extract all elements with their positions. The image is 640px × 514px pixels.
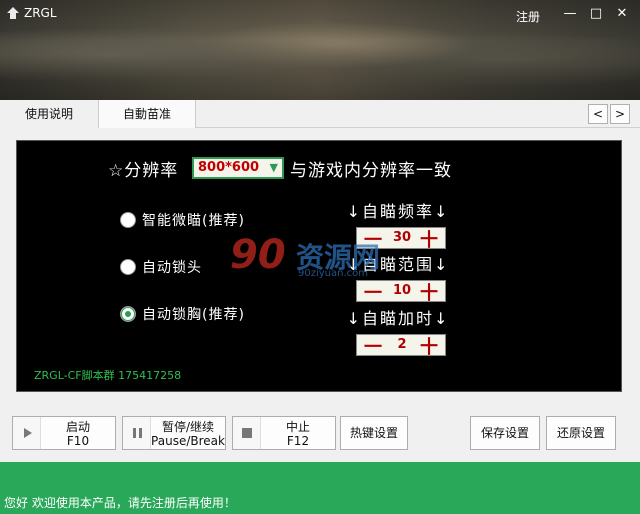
aim-range-decrease-button[interactable]: 一 bbox=[361, 279, 385, 305]
stop-button-label: 中止 bbox=[285, 420, 310, 434]
radio-label-auto-lock-chest: 自动锁胸(推荐) bbox=[142, 307, 245, 323]
save-settings-button[interactable]: 保存设置 bbox=[470, 416, 540, 450]
tab-scroll-right-button[interactable]: > bbox=[610, 104, 630, 124]
tab-usage-instructions[interactable]: 使用说明 bbox=[0, 100, 98, 128]
radio-label-smart-aim: 智能微瞄(推荐) bbox=[142, 213, 245, 229]
hotkey-settings-label: 热键设置 bbox=[349, 426, 398, 440]
save-settings-label: 保存设置 bbox=[480, 426, 529, 440]
resolution-label: ☆分辨率 bbox=[108, 161, 179, 181]
start-button-label: 启动 bbox=[65, 420, 90, 434]
aim-frequency-title: ↓自瞄频率↓ bbox=[346, 202, 450, 221]
pause-button-label: 暂停/继续 bbox=[161, 420, 215, 434]
resolution-hint: 与游戏内分辨率一致 bbox=[290, 161, 452, 181]
hotkey-settings-button[interactable]: 热键设置 bbox=[340, 416, 408, 450]
stop-button-hotkey: F12 bbox=[286, 434, 310, 448]
aim-extra-time-value: 2 bbox=[397, 337, 407, 352]
aim-frequency-increase-button[interactable]: 十 bbox=[417, 226, 441, 252]
aim-range-stepper: 一 10 十 bbox=[356, 279, 446, 305]
tab-bar: 使用说明 自動苗准 bbox=[0, 100, 640, 128]
stop-icon bbox=[233, 417, 261, 449]
watermark-number: 90 bbox=[230, 232, 286, 278]
start-button-hotkey: F10 bbox=[66, 434, 90, 448]
radio-auto-lock-head[interactable] bbox=[120, 259, 136, 275]
restore-settings-button[interactable]: 还原设置 bbox=[546, 416, 616, 450]
aim-frequency-value: 30 bbox=[392, 230, 412, 245]
pause-resume-button[interactable]: 暂停/继续 Pause/Break bbox=[122, 416, 226, 450]
close-button[interactable]: ✕ bbox=[610, 4, 634, 24]
play-icon bbox=[13, 417, 41, 449]
watermark-url: 90ziyuan.com bbox=[298, 268, 369, 279]
start-button[interactable]: 启动 F10 bbox=[12, 416, 116, 450]
aim-range-increase-button[interactable]: 十 bbox=[417, 279, 441, 305]
app-logo-icon bbox=[7, 7, 19, 19]
radio-label-auto-lock-head: 自动锁头 bbox=[142, 260, 202, 276]
watermark-logo: 90 资源网 90ziyuan.com bbox=[230, 232, 380, 282]
pause-icon bbox=[123, 417, 151, 449]
aim-range-value: 10 bbox=[392, 283, 412, 298]
aim-extra-time-title: ↓自瞄加时↓ bbox=[346, 309, 450, 328]
pause-button-hotkey: Pause/Break bbox=[151, 434, 225, 448]
dropdown-arrow-icon: ▼ bbox=[269, 161, 278, 174]
minimize-button[interactable]: — bbox=[558, 4, 582, 24]
aim-extra-time-decrease-button[interactable]: 一 bbox=[361, 333, 385, 359]
aim-extra-time-increase-button[interactable]: 十 bbox=[417, 333, 441, 359]
radio-smart-aim[interactable] bbox=[120, 212, 136, 228]
restore-settings-label: 还原设置 bbox=[556, 426, 605, 440]
register-link[interactable]: 注册 bbox=[516, 8, 540, 25]
maximize-button[interactable]: □ bbox=[584, 4, 608, 24]
script-group-info: ZRGL-CF脚本群 175417258 bbox=[34, 369, 182, 382]
aim-extra-time-stepper: 一 2 十 bbox=[356, 333, 446, 359]
tab-auto-aim[interactable]: 自動苗准 bbox=[98, 100, 196, 128]
title-banner: ZRGL 注册 — □ ✕ bbox=[0, 0, 640, 100]
resolution-value: 800*600 bbox=[198, 160, 260, 175]
radio-auto-lock-chest[interactable] bbox=[120, 306, 136, 322]
tab-scroll-left-button[interactable]: < bbox=[588, 104, 608, 124]
stop-button[interactable]: 中止 F12 bbox=[232, 416, 336, 450]
window-title: ZRGL bbox=[24, 6, 57, 20]
banner-shade bbox=[0, 0, 640, 100]
status-message: 您好 欢迎使用本产品，请先注册后再使用！ bbox=[4, 496, 236, 510]
resolution-select[interactable]: 800*600 ▼ bbox=[192, 157, 284, 179]
